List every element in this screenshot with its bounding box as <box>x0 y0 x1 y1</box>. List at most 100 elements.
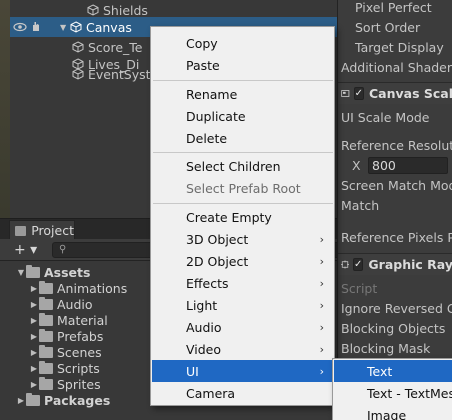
expand-arrow-icon[interactable]: ▼ <box>60 23 70 32</box>
menu-separator <box>153 152 333 153</box>
hierarchy-item-label: Shields <box>103 2 148 18</box>
menu-item-label: Delete <box>186 130 228 146</box>
folder-tab-icon <box>15 225 27 236</box>
menu-item-3d-object[interactable]: 3D Object › <box>152 228 334 250</box>
component-enabled-checkbox[interactable]: ✓ <box>353 87 364 100</box>
folder-icon <box>39 296 53 310</box>
gameobject-cube-icon <box>72 68 84 80</box>
visibility-eye-icon[interactable] <box>13 22 27 32</box>
menu-item-light[interactable]: Light › <box>152 294 334 316</box>
menu-item-delete[interactable]: Delete <box>152 127 334 149</box>
field-ui-scale-mode: UI Scale Mode <box>341 109 430 125</box>
submenu-item-label: Text <box>367 363 393 379</box>
x-axis-label: X <box>352 157 361 173</box>
menu-item-select-prefab-root: Select Prefab Root <box>152 177 334 199</box>
folder-label: Sprites <box>57 376 101 392</box>
field-ignore-reversed-graphics: Ignore Reversed Gra <box>341 300 452 316</box>
folder-icon <box>39 312 53 326</box>
menu-item-camera[interactable]: Camera <box>152 382 334 404</box>
ui-submenu: Text Text - TextMeshPro Image <box>332 358 452 420</box>
folder-label: Animations <box>57 280 128 296</box>
field-screen-match-mode: Screen Match Mode <box>341 177 452 193</box>
resolution-x-input[interactable]: 800 <box>368 156 448 174</box>
menu-item-label: Audio <box>186 319 222 335</box>
menu-item-2d-object[interactable]: 2D Object › <box>152 250 334 272</box>
folder-icon <box>39 344 53 358</box>
collapse-arrow-icon[interactable]: ▶ <box>29 316 39 325</box>
submenu-item-label: Image <box>367 407 407 420</box>
field-script: Script <box>341 280 378 296</box>
menu-item-create-empty[interactable]: Create Empty <box>152 206 334 228</box>
context-menu: Copy Paste Rename Duplicate Delete Selec… <box>150 26 335 406</box>
reference-resolution-x-row: X 800 <box>338 155 452 175</box>
pickability-hand-icon[interactable] <box>30 20 42 32</box>
menu-item-ui[interactable]: UI › <box>152 360 334 382</box>
menu-item-paste[interactable]: Paste <box>152 54 334 76</box>
menu-item-label: Paste <box>186 57 220 73</box>
folder-icon <box>39 280 53 294</box>
collapse-arrow-icon[interactable]: ▶ <box>29 300 39 309</box>
menu-item-label: Select Prefab Root <box>186 180 301 196</box>
collapse-arrow-icon[interactable]: ▶ <box>29 364 39 373</box>
folder-label: Scripts <box>57 360 100 376</box>
field-blocking-objects: Blocking Objects <box>341 320 446 336</box>
folder-icon <box>26 264 40 278</box>
field-sort-order: Sort Order <box>355 19 421 35</box>
menu-item-label: Camera <box>186 385 236 401</box>
field-target-display: Target Display <box>355 39 444 55</box>
menu-item-label: 2D Object <box>186 253 249 269</box>
tab-project[interactable]: Project <box>9 220 75 240</box>
submenu-chevron-icon: › <box>319 254 324 268</box>
collapse-arrow-icon[interactable]: ▶ <box>16 396 26 405</box>
menu-item-copy[interactable]: Copy <box>152 32 334 54</box>
component-enabled-checkbox[interactable]: ✓ <box>353 258 364 271</box>
menu-item-video[interactable]: Video › <box>152 338 334 360</box>
submenu-item-text[interactable]: Text <box>334 360 452 382</box>
menu-separator <box>153 80 333 81</box>
collapse-arrow-icon[interactable]: ▶ <box>29 284 39 293</box>
collapse-arrow-icon[interactable]: ▶ <box>29 332 39 341</box>
submenu-chevron-icon: › <box>319 320 324 334</box>
submenu-item-image[interactable]: Image <box>334 404 452 420</box>
collapse-arrow-icon[interactable]: ▶ <box>29 348 39 357</box>
menu-separator <box>153 203 333 204</box>
menu-item-label: Video <box>186 341 222 357</box>
submenu-chevron-icon: › <box>319 232 324 246</box>
folder-label: Prefabs <box>57 328 104 344</box>
component-header-canvas-scaler[interactable]: ✓ Canvas Scal <box>338 82 452 104</box>
menu-item-label: Copy <box>186 35 218 51</box>
tab-label: Project <box>31 223 74 238</box>
menu-item-label: Effects <box>186 275 229 291</box>
expand-arrow-icon[interactable]: ▼ <box>16 268 26 277</box>
menu-item-label: Light <box>186 297 218 313</box>
hierarchy-item-label: Score_Te <box>88 39 143 55</box>
submenu-chevron-icon: › <box>319 276 324 290</box>
component-header-graphic-raycaster[interactable]: ✓ Graphic Ray <box>338 253 452 275</box>
menu-item-select-children[interactable]: Select Children <box>152 155 334 177</box>
menu-item-label: Select Children <box>186 158 281 174</box>
field-additional-shader-channels: Additional Shader Cl <box>341 59 452 75</box>
folder-label: Packages <box>44 392 111 408</box>
folder-icon <box>39 360 53 374</box>
menu-item-audio[interactable]: Audio › <box>152 316 334 338</box>
field-reference-resolution: Reference Resolutio <box>341 137 452 153</box>
create-dropdown-button[interactable]: + ▾ <box>14 242 40 258</box>
folder-label: Scenes <box>57 344 102 360</box>
menu-item-effects[interactable]: Effects › <box>152 272 334 294</box>
menu-item-duplicate[interactable]: Duplicate <box>152 105 334 127</box>
component-title: Graphic Ray <box>368 257 452 272</box>
submenu-chevron-icon: › <box>319 342 324 356</box>
submenu-chevron-icon: › <box>319 298 324 312</box>
search-icon: ⚲ <box>59 244 67 255</box>
field-blocking-mask: Blocking Mask <box>341 340 431 356</box>
menu-item-label: UI <box>186 363 199 379</box>
gameobject-cube-icon <box>70 21 82 33</box>
folder-label: Material <box>57 312 108 328</box>
folder-label: Audio <box>57 296 93 312</box>
submenu-item-text-textmeshpro[interactable]: Text - TextMeshPro <box>334 382 452 404</box>
canvas-scaler-icon <box>341 90 350 97</box>
inspector-panel: Pixel Perfect Sort Order Target Display … <box>337 0 452 420</box>
menu-item-rename[interactable]: Rename <box>152 83 334 105</box>
component-title: Canvas Scal <box>368 86 452 101</box>
collapse-arrow-icon[interactable]: ▶ <box>29 380 39 389</box>
